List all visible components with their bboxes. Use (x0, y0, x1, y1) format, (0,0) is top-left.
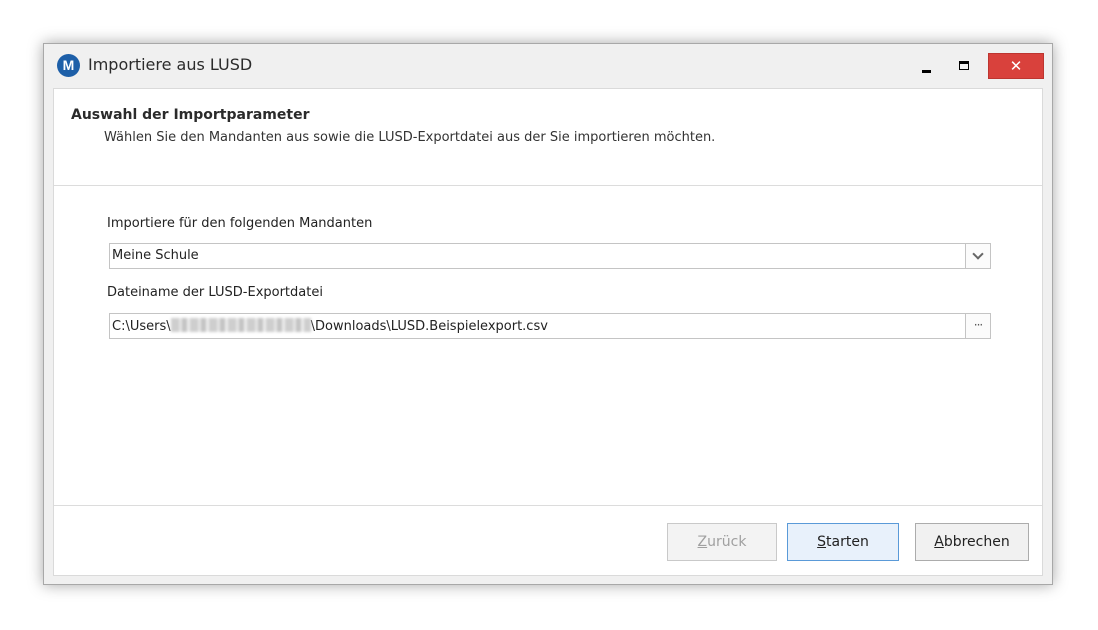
close-icon: ✕ (1009, 57, 1023, 75)
back-button[interactable]: Zurück (667, 523, 777, 561)
cancel-button-label: bbrechen (943, 534, 1010, 550)
back-button-mnemonic: Z (697, 534, 708, 550)
mandant-label: Importiere für den folgenden Mandanten (107, 216, 373, 231)
import-dialog: M Importiere aus LUSD ✕ Auswahl der Impo… (43, 43, 1053, 585)
back-button-label: urück (707, 534, 747, 550)
title-bar[interactable]: M Importiere aus LUSD ✕ (44, 44, 1052, 88)
cancel-button-mnemonic: A (934, 534, 944, 550)
redacted-username (170, 318, 311, 332)
dropdown-button[interactable] (965, 244, 990, 268)
chevron-down-icon (972, 248, 984, 260)
mandant-select-value: Meine Schule (112, 248, 199, 263)
maximize-button[interactable] (947, 53, 981, 79)
mandant-select[interactable]: Meine Schule (109, 243, 991, 269)
exportfile-path-input[interactable]: C:\Users\ \Downloads\LUSD.Beispielexport.… (109, 313, 991, 339)
app-logo-icon: M (57, 54, 80, 77)
close-button[interactable]: ✕ (988, 53, 1044, 79)
start-button-label: tarten (826, 534, 869, 550)
exportfile-label: Dateiname der LUSD-Exportdatei (107, 285, 323, 300)
exportfile-path-value: C:\Users\ \Downloads\LUSD.Beispielexport.… (112, 318, 548, 334)
cancel-button[interactable]: Abbrechen (915, 523, 1029, 561)
header-divider (54, 185, 1042, 186)
path-prefix: C:\Users\ (112, 319, 171, 334)
browse-button[interactable]: ··· (965, 314, 990, 338)
footer-divider (54, 505, 1042, 506)
start-button[interactable]: Starten (787, 523, 899, 561)
section-description: Wählen Sie den Mandanten aus sowie die L… (104, 130, 716, 145)
start-button-mnemonic: S (817, 534, 827, 550)
window-title: Importiere aus LUSD (88, 55, 253, 74)
section-title: Auswahl der Importparameter (71, 107, 310, 123)
dialog-content: Auswahl der Importparameter Wählen Sie d… (53, 88, 1043, 576)
maximize-icon (959, 61, 969, 70)
minimize-button[interactable] (910, 53, 944, 79)
minimize-icon (922, 70, 931, 73)
path-suffix: \Downloads\LUSD.Beispielexport.csv (310, 319, 548, 334)
ellipsis-icon: ··· (973, 318, 984, 332)
